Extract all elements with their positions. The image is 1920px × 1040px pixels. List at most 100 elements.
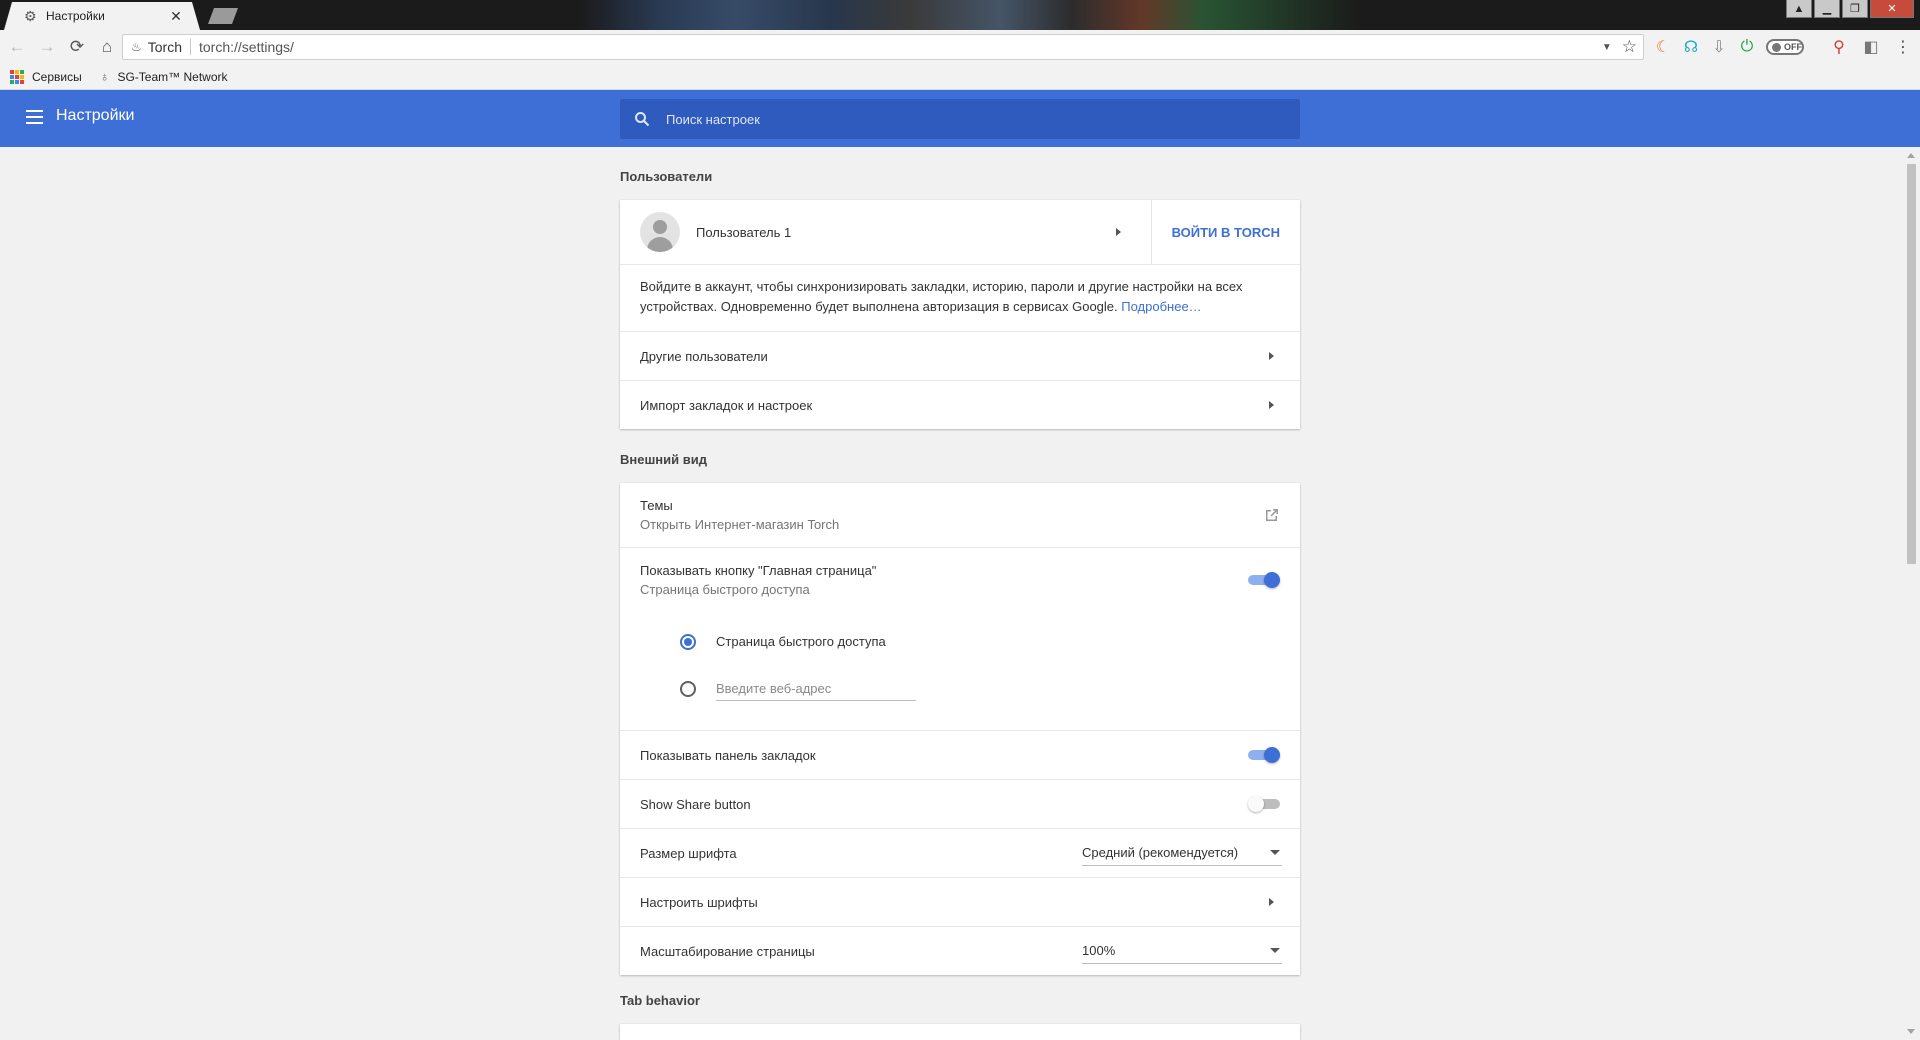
users-section: Пользователи Пользователь 1 ВОЙТИ В TORC… xyxy=(620,162,1300,429)
settings-header: Настройки xyxy=(0,90,1920,147)
page-title: Настройки xyxy=(56,107,135,124)
chevron-right-icon xyxy=(1269,401,1274,409)
tab-title: Настройки xyxy=(46,9,105,23)
browser-toolbar: ← → ⟳ ⌂ ♨ Torch torch://settings/ ▼ ☆ xyxy=(0,30,1920,64)
appearance-section-title: Внешний вид xyxy=(620,452,707,467)
tab-behavior-card xyxy=(620,1024,1300,1040)
share-button-toggle[interactable] xyxy=(1248,796,1280,812)
share-button-row[interactable]: Show Share button xyxy=(620,779,1300,828)
off-toggle-extension[interactable]: OFF xyxy=(1766,39,1804,55)
bookmarks-bar-row[interactable]: Показывать панель закладок xyxy=(620,730,1300,779)
site-name: Torch xyxy=(147,39,182,55)
address-bar[interactable]: ♨ Torch torch://settings/ ▼ ☆ xyxy=(122,34,1644,60)
bookmarks-bar-toggle[interactable] xyxy=(1248,747,1280,763)
reload-icon[interactable]: ⟳ xyxy=(64,34,90,60)
bookmark-apps-label: Сервисы xyxy=(32,69,82,84)
page-zoom-select[interactable]: 100% xyxy=(1082,938,1282,964)
learn-more-link[interactable]: Подробнее… xyxy=(1121,299,1201,314)
vertical-scrollbar[interactable] xyxy=(1903,147,1920,1040)
address-separator xyxy=(190,39,191,55)
torch-flame-icon: ♨ xyxy=(131,40,142,54)
tab-behavior-section: Tab behavior xyxy=(620,986,1300,1040)
home-page-radio-group: Страница быстрого доступа xyxy=(620,612,1300,730)
tab-strip: ⚙ Настройки ✕ ▲ ▁ ❐ ✕ xyxy=(0,0,1920,30)
share-button-label: Show Share button xyxy=(640,796,751,812)
search-icon xyxy=(635,112,650,127)
search-input[interactable] xyxy=(666,111,1226,127)
download-green-icon[interactable]: ⏻ xyxy=(1736,36,1758,58)
customize-fonts-label: Настроить шрифты xyxy=(640,894,758,910)
hamburger-menu-icon[interactable] xyxy=(26,110,43,124)
radio-selected-icon[interactable] xyxy=(680,633,696,650)
bookmarks-bar: Сервисы ♁ SG-Team™ Network xyxy=(0,64,1920,90)
chevron-right-icon[interactable] xyxy=(1115,228,1121,236)
minimize-icon[interactable]: ▁ xyxy=(1814,0,1840,18)
dropdown-arrow-icon[interactable]: ▼ xyxy=(1602,42,1612,53)
scroll-thumb[interactable] xyxy=(1907,164,1916,564)
sign-in-button[interactable]: ВОЙТИ В TORCH xyxy=(1152,200,1300,264)
dropdown-caret-icon xyxy=(1270,850,1280,855)
tab-behavior-section-title: Tab behavior xyxy=(620,993,700,1008)
radio-option-quick-access[interactable]: Страница быстрого доступа xyxy=(680,618,1280,665)
page-zoom-row: Масштабирование страницы 100% xyxy=(620,926,1300,975)
maximize-icon[interactable]: ❐ xyxy=(1842,0,1868,18)
scroll-up-icon[interactable] xyxy=(1907,153,1915,158)
radio-quick-access-label: Страница быстрого доступа xyxy=(716,634,886,649)
scroll-down-icon[interactable] xyxy=(1907,1029,1915,1034)
page-zoom-value: 100% xyxy=(1082,943,1116,958)
home-button-row[interactable]: Показывать кнопку "Главная страница" Стр… xyxy=(620,547,1300,612)
chevron-right-icon xyxy=(1269,352,1274,360)
bookmark-sg-team[interactable]: ♁ SG-Team™ Network xyxy=(100,69,228,84)
sg-team-icon: ♁ xyxy=(99,69,110,84)
radio-option-custom-url[interactable] xyxy=(680,665,1280,712)
tab-settings[interactable]: ⚙ Настройки ✕ xyxy=(4,2,200,30)
bookmark-sg-team-label: SG-Team™ Network xyxy=(117,69,228,84)
new-tab-button[interactable] xyxy=(208,8,238,24)
settings-search[interactable] xyxy=(620,99,1300,139)
home-button-label: Показывать кнопку "Главная страница" xyxy=(640,563,877,578)
font-size-label: Размер шрифта xyxy=(640,845,737,861)
dropdown-caret-icon xyxy=(1270,948,1280,953)
search-extension-icon[interactable]: ⚲ xyxy=(1828,36,1850,58)
users-card: Пользователь 1 ВОЙТИ В TORCH Войдите в а… xyxy=(620,200,1300,429)
bookmark-star-icon[interactable]: ☆ xyxy=(1622,37,1637,57)
settings-content: Пользователи Пользователь 1 ВОЙТИ В TORC… xyxy=(0,147,1903,1040)
download-tray-icon[interactable]: ⇩ xyxy=(1708,36,1730,58)
home-url-input[interactable] xyxy=(716,676,916,701)
user-name[interactable]: Пользователь 1 xyxy=(696,225,1116,240)
bookmark-apps[interactable]: Сервисы xyxy=(10,69,82,84)
back-arrow-icon[interactable]: ← xyxy=(4,34,30,60)
menu-kebab-icon[interactable]: ⋮ xyxy=(1892,36,1914,58)
page-zoom-label: Масштабирование страницы xyxy=(640,943,815,959)
close-tab-icon[interactable]: ✕ xyxy=(166,8,186,25)
avatar xyxy=(640,212,680,252)
external-link-icon[interactable] xyxy=(1264,507,1280,523)
appearance-section: Внешний вид Темы Открыть Интернет-магази… xyxy=(620,445,1300,975)
customize-fonts-row[interactable]: Настроить шрифты xyxy=(620,877,1300,926)
themes-row[interactable]: Темы Открыть Интернет-магазин Torch xyxy=(620,483,1300,547)
chevron-right-icon xyxy=(1269,898,1274,906)
url-text[interactable]: torch://settings/ xyxy=(199,39,1602,55)
restore-down-icon[interactable]: ▲ xyxy=(1786,0,1812,18)
profile-row: Пользователь 1 ВОЙТИ В TORCH xyxy=(620,200,1300,264)
other-users-row[interactable]: Другие пользователи xyxy=(620,331,1300,380)
forward-arrow-icon[interactable]: → xyxy=(34,34,60,60)
home-button-sublabel: Страница быстрого доступа xyxy=(640,582,810,597)
import-row[interactable]: Импорт закладок и настроек xyxy=(620,380,1300,429)
close-window-icon[interactable]: ✕ xyxy=(1870,0,1914,18)
window-extension-icon[interactable]: ◧ xyxy=(1860,36,1882,58)
themes-label: Темы xyxy=(640,498,673,513)
bookmarks-bar-label: Показывать панель закладок xyxy=(640,747,816,763)
other-users-label: Другие пользователи xyxy=(640,348,768,364)
themes-sublabel: Открыть Интернет-магазин Torch xyxy=(640,517,840,532)
headphones-icon[interactable]: ☊ xyxy=(1680,36,1702,58)
gear-icon: ⚙ xyxy=(24,8,37,24)
radio-unselected-icon[interactable] xyxy=(680,680,696,697)
home-button-toggle[interactable] xyxy=(1248,572,1280,588)
home-icon[interactable]: ⌂ xyxy=(94,34,120,60)
window-controls: ▲ ▁ ❐ ✕ xyxy=(1786,0,1914,18)
import-label: Импорт закладок и настроек xyxy=(640,397,813,413)
torch-extension-icon[interactable]: ☾ xyxy=(1652,36,1674,58)
font-size-row: Размер шрифта Средний (рекомендуется) xyxy=(620,828,1300,877)
font-size-select[interactable]: Средний (рекомендуется) xyxy=(1082,840,1282,866)
